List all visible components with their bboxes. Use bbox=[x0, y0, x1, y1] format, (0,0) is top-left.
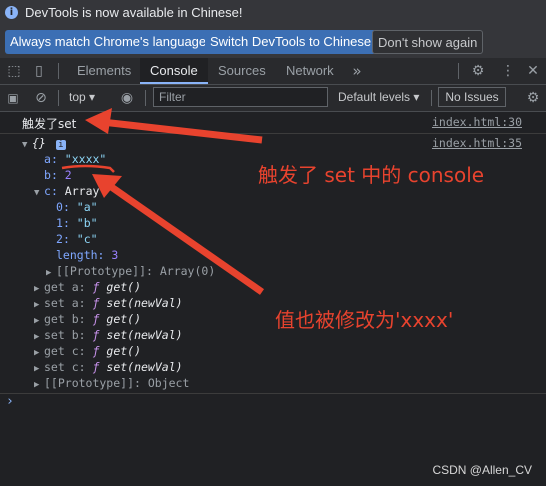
annotation-text: 触发了 set 中的 console bbox=[258, 163, 485, 187]
arrow-shaft bbox=[101, 118, 263, 144]
arrow-shaft bbox=[107, 183, 265, 295]
annotation-text: 值也被修改为'xxxx' bbox=[275, 308, 454, 332]
annotation-overlay bbox=[61, 108, 265, 295]
underline-mark bbox=[61, 164, 115, 173]
watermark: CSDN @Allen_CV bbox=[432, 463, 532, 477]
arrow-head bbox=[85, 108, 112, 134]
